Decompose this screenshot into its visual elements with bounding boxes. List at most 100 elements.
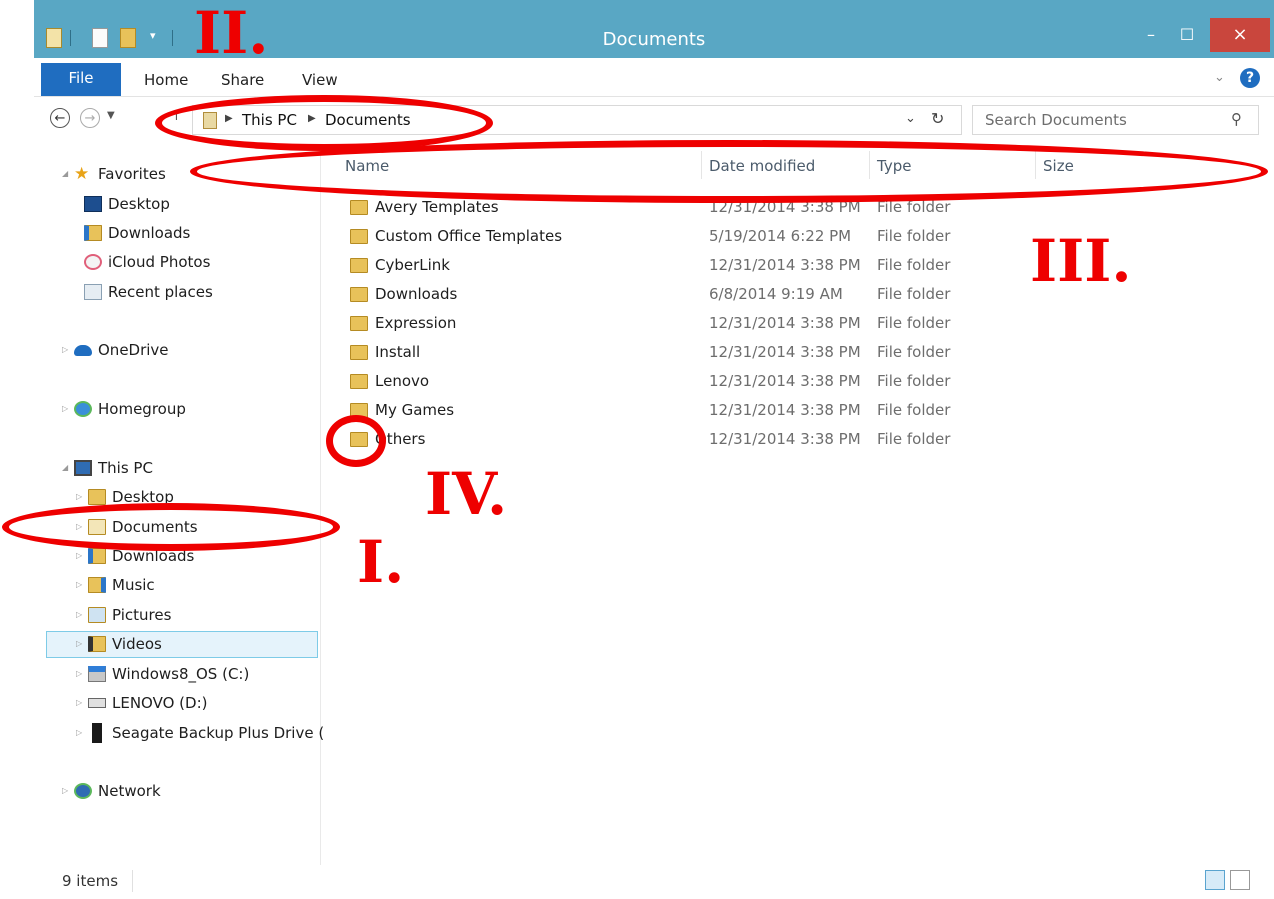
nav-homegroup[interactable]: Homegroup	[74, 396, 186, 422]
expand-arrow-icon[interactable]: ▷	[76, 484, 86, 510]
address-bar[interactable]: ▶ This PC ▶ Documents ⌄ ↻	[192, 105, 962, 135]
file-date: 12/31/2014 3:38 PM	[709, 256, 861, 274]
forward-button[interactable]: →	[80, 108, 100, 128]
tab-file[interactable]: File	[41, 63, 121, 96]
videos-folder-icon	[88, 636, 106, 652]
nav-favorites[interactable]: ★ Favorites	[74, 161, 166, 187]
expand-arrow-icon[interactable]: ▷	[76, 661, 86, 687]
column-header-name[interactable]: Name	[345, 157, 389, 175]
annotation-label-four: IV.	[425, 460, 508, 528]
search-placeholder: Search Documents	[985, 111, 1127, 129]
homegroup-icon	[74, 401, 92, 417]
maximize-button[interactable]: ☐	[1170, 18, 1204, 52]
navigation-pane: ◢ ★ Favorites Desktop Downloads iCloud Ph…	[34, 145, 324, 865]
breadcrumb-arrow-icon[interactable]: ▶	[308, 113, 316, 124]
file-name: Expression	[375, 314, 457, 332]
network-icon	[74, 783, 92, 799]
nav-pc-documents[interactable]: Documents	[88, 514, 198, 540]
file-name: CyberLink	[375, 256, 450, 274]
annotation-label-one: I.	[357, 528, 405, 596]
expand-arrow-icon[interactable]: ▷	[62, 337, 72, 363]
downloads-icon	[84, 225, 102, 241]
nav-this-pc[interactable]: This PC	[74, 455, 153, 481]
large-icons-view-icon[interactable]	[1230, 870, 1250, 890]
nav-label: This PC	[98, 459, 153, 477]
details-view-icon[interactable]	[1205, 870, 1225, 890]
expand-arrow-icon[interactable]: ▷	[76, 543, 86, 569]
file-name: Custom Office Templates	[375, 227, 563, 245]
nav-label: Desktop	[108, 195, 170, 213]
folder-icon	[350, 432, 368, 447]
refresh-icon[interactable]: ↻	[931, 109, 944, 128]
folder-icon	[350, 374, 368, 389]
expand-arrow-icon[interactable]: ▷	[76, 602, 86, 628]
file-type: File folder	[877, 401, 951, 419]
breadcrumb-documents[interactable]: Documents	[325, 111, 411, 129]
column-divider[interactable]	[701, 151, 702, 179]
nav-seagate-drive[interactable]: Seagate Backup Plus Drive (	[88, 720, 324, 746]
up-button[interactable]: ↑	[171, 109, 182, 124]
folder-icon	[350, 258, 368, 273]
column-header-date[interactable]: Date modified	[709, 157, 815, 175]
nav-label: iCloud Photos	[108, 253, 211, 271]
expand-arrow-icon[interactable]: ▷	[62, 778, 72, 804]
search-input[interactable]: Search Documents ⚲	[972, 105, 1259, 135]
file-row[interactable]: Lenovo 12/31/2014 3:38 PM File folder	[321, 367, 1274, 396]
file-row[interactable]: Install 12/31/2014 3:38 PM File folder	[321, 338, 1274, 367]
collapse-arrow-icon[interactable]: ◢	[62, 455, 72, 481]
nav-pc-downloads[interactable]: Downloads	[88, 543, 194, 569]
file-row[interactable]: Avery Templates 12/31/2014 3:38 PM File fo…	[321, 193, 1274, 222]
tab-view[interactable]: View	[302, 71, 338, 89]
nav-drive-c[interactable]: Windows8_OS (C:)	[88, 661, 249, 687]
nav-desktop[interactable]: Desktop	[84, 191, 170, 217]
onedrive-icon	[74, 345, 92, 356]
file-type: File folder	[877, 314, 951, 332]
file-date: 12/31/2014 3:38 PM	[709, 343, 861, 361]
nav-downloads[interactable]: Downloads	[84, 220, 190, 246]
expand-arrow-icon[interactable]: ▷	[76, 720, 86, 746]
file-row[interactable]: Others 12/31/2014 3:38 PM File folder	[321, 425, 1274, 454]
help-icon[interactable]: ?	[1240, 68, 1260, 88]
expand-ribbon-icon[interactable]: ⌄	[1214, 70, 1225, 85]
nav-recent-places[interactable]: Recent places	[84, 279, 213, 305]
nav-pc-desktop[interactable]: Desktop	[88, 484, 174, 510]
status-divider	[132, 870, 133, 892]
nav-pc-music[interactable]: Music	[88, 572, 155, 598]
column-divider[interactable]	[1035, 151, 1036, 179]
nav-onedrive[interactable]: OneDrive	[74, 337, 169, 363]
column-header-size[interactable]: Size	[1043, 157, 1074, 175]
file-type: File folder	[877, 227, 951, 245]
file-row[interactable]: My Games 12/31/2014 3:38 PM File folder	[321, 396, 1274, 425]
breadcrumb-arrow-icon[interactable]: ▶	[225, 113, 233, 124]
nav-network[interactable]: Network	[74, 778, 161, 804]
nav-pc-videos[interactable]: Videos	[88, 631, 162, 657]
file-date: 12/31/2014 3:38 PM	[709, 430, 861, 448]
address-dropdown-icon[interactable]: ⌄	[905, 111, 916, 126]
search-icon[interactable]: ⚲	[1231, 110, 1242, 128]
expand-arrow-icon[interactable]: ▷	[76, 514, 86, 540]
nav-icloud-photos[interactable]: iCloud Photos	[84, 249, 210, 275]
tab-share[interactable]: Share	[221, 71, 264, 89]
file-name: Install	[375, 343, 421, 361]
file-row[interactable]: Expression 12/31/2014 3:38 PM File folder	[321, 309, 1274, 338]
back-button[interactable]: ←	[50, 108, 70, 128]
expand-arrow-icon[interactable]: ▷	[62, 396, 72, 422]
column-header-type[interactable]: Type	[877, 157, 911, 175]
nav-pc-pictures[interactable]: Pictures	[88, 602, 171, 628]
close-button[interactable]: ×	[1210, 18, 1270, 52]
folder-icon	[350, 229, 368, 244]
recent-locations-dropdown[interactable]: ▼	[107, 110, 115, 121]
column-divider[interactable]	[869, 151, 870, 179]
minimize-button[interactable]: –	[1134, 18, 1168, 52]
tab-home[interactable]: Home	[144, 71, 188, 89]
folder-icon	[350, 345, 368, 360]
annotation-label-three: III.	[1030, 227, 1132, 295]
expand-arrow-icon[interactable]: ▷	[76, 690, 86, 716]
nav-label: Videos	[112, 635, 162, 653]
nav-drive-d[interactable]: LENOVO (D:)	[88, 690, 207, 716]
expand-arrow-icon[interactable]: ▷	[76, 572, 86, 598]
collapse-arrow-icon[interactable]: ◢	[62, 161, 72, 187]
expand-arrow-icon[interactable]: ▷	[76, 631, 86, 657]
file-name: Downloads	[375, 285, 458, 303]
breadcrumb-this-pc[interactable]: This PC	[242, 111, 297, 129]
